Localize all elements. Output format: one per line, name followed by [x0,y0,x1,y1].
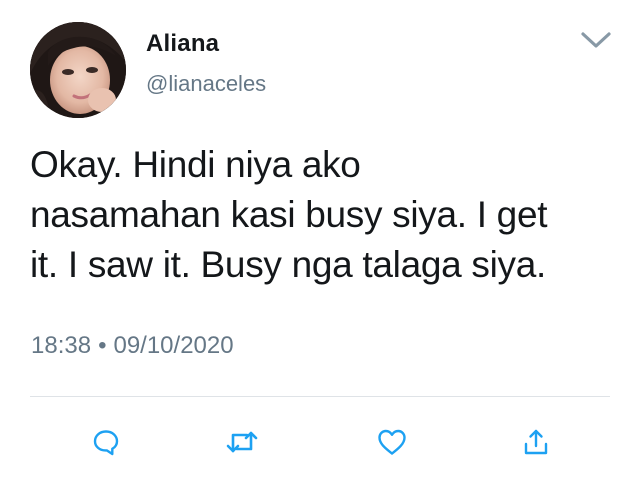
action-bar [0,418,640,466]
avatar-photo-icon [30,22,126,118]
retweet-icon [226,431,258,453]
tweet-text: Okay. Hindi niya ako nasamahan kasi busy… [30,140,620,290]
tweet-card: Aliana @lianaceles Okay. Hindi niya ako … [0,0,640,488]
comment-icon [93,430,119,456]
tweet-timestamp[interactable]: 18:38 • 09/10/2020 [31,332,234,360]
avatar[interactable] [30,22,126,118]
user-handle[interactable]: @lianaceles [146,71,266,97]
tweet-text-line: nasamahan kasi busy siya. I get [30,194,548,235]
chevron-down-icon [581,32,611,48]
share-button[interactable] [512,418,560,466]
retweet-button[interactable] [218,418,266,466]
tweet-menu-button[interactable] [578,26,614,54]
like-button[interactable] [368,418,416,466]
separator-dot: • [98,332,107,359]
display-name[interactable]: Aliana [146,30,219,58]
heart-icon [378,429,406,455]
tweet-text-line: it. I saw it. Busy nga talaga siya. [30,244,546,285]
tweet-text-line: Okay. Hindi niya ako [30,144,361,185]
tweet-time: 18:38 [31,332,92,359]
tweet-date: 09/10/2020 [113,332,234,359]
divider [30,396,610,397]
reply-button[interactable] [82,418,130,466]
share-icon [524,429,548,455]
